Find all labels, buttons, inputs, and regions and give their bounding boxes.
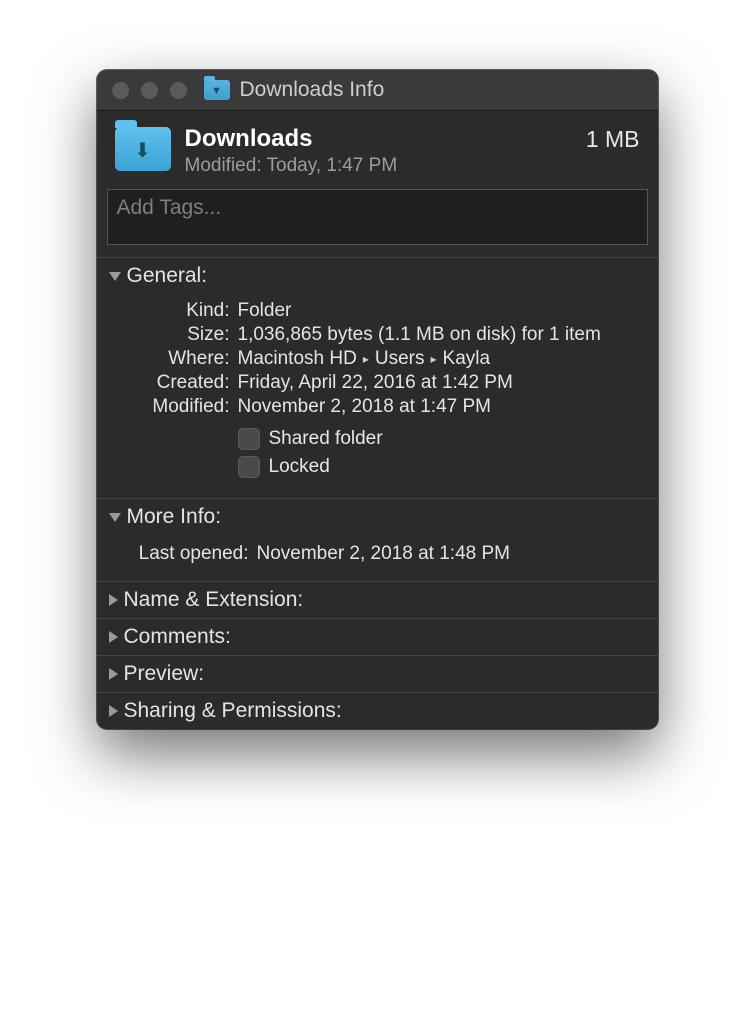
size-label: Size: — [115, 324, 238, 346]
section-title: Sharing & Permissions: — [124, 699, 342, 723]
section-sharing-permissions: Sharing & Permissions: — [97, 692, 658, 729]
close-button[interactable] — [111, 81, 130, 100]
minimize-button[interactable] — [140, 81, 159, 100]
section-general: General: Kind: Folder Size: 1,036,865 by… — [97, 257, 658, 498]
disclosure-sharing-permissions[interactable]: Sharing & Permissions: — [97, 693, 658, 729]
section-preview: Preview: — [97, 655, 658, 692]
where-label: Where: — [115, 348, 238, 370]
item-name: Downloads — [185, 125, 586, 153]
kind-value: Folder — [238, 300, 640, 322]
last-opened-value: November 2, 2018 at 1:48 PM — [257, 543, 640, 565]
disclosure-more-info[interactable]: More Info: — [97, 499, 658, 535]
disclosure-name-extension[interactable]: Name & Extension: — [97, 582, 658, 618]
chevron-right-icon — [109, 668, 118, 680]
zoom-button[interactable] — [169, 81, 188, 100]
where-part: Users — [375, 348, 425, 370]
created-value: Friday, April 22, 2016 at 1:42 PM — [238, 372, 640, 394]
disclosure-preview[interactable]: Preview: — [97, 656, 658, 692]
downloads-folder-icon: ⬇ — [115, 127, 171, 171]
disclosure-comments[interactable]: Comments: — [97, 619, 658, 655]
item-size-summary: 1 MB — [586, 126, 640, 153]
chevron-right-icon: ▸ — [430, 352, 436, 366]
section-comments: Comments: — [97, 618, 658, 655]
section-title: More Info: — [127, 505, 222, 529]
where-part: Macintosh HD — [238, 348, 357, 370]
modified-label: Modified: — [115, 396, 238, 418]
section-more-info: More Info: Last opened: November 2, 2018… — [97, 498, 658, 581]
chevron-right-icon: ▸ — [363, 352, 369, 366]
section-title: Preview: — [124, 662, 205, 686]
chevron-right-icon — [109, 594, 118, 606]
item-modified-summary: Modified: Today, 1:47 PM — [185, 155, 586, 177]
section-name-extension: Name & Extension: — [97, 581, 658, 618]
created-label: Created: — [115, 372, 238, 394]
shared-folder-label: Shared folder — [269, 428, 383, 450]
tags-input[interactable]: Add Tags... — [107, 189, 648, 245]
modified-value: November 2, 2018 at 1:47 PM — [238, 396, 640, 418]
titlebar[interactable]: ▼ Downloads Info — [97, 70, 658, 111]
kind-label: Kind: — [115, 300, 238, 322]
chevron-right-icon — [109, 631, 118, 643]
locked-checkbox[interactable] — [238, 456, 260, 478]
locked-label: Locked — [269, 456, 330, 478]
info-header: ⬇ Downloads Modified: Today, 1:47 PM 1 M… — [97, 111, 658, 189]
where-part: Kayla — [443, 348, 491, 370]
chevron-down-icon — [109, 513, 121, 522]
chevron-right-icon — [109, 705, 118, 717]
chevron-down-icon — [109, 272, 121, 281]
last-opened-label: Last opened: — [109, 543, 257, 565]
shared-folder-checkbox[interactable] — [238, 428, 260, 450]
disclosure-general[interactable]: General: — [97, 258, 658, 294]
section-title: General: — [127, 264, 208, 288]
window-title: Downloads Info — [240, 78, 385, 102]
traffic-lights — [111, 81, 188, 100]
where-value: Macintosh HD ▸ Users ▸ Kayla — [238, 348, 640, 370]
get-info-window: ▼ Downloads Info ⬇ Downloads Modified: T… — [97, 70, 658, 729]
section-title: Comments: — [124, 625, 231, 649]
downloads-folder-icon: ▼ — [204, 80, 230, 100]
section-title: Name & Extension: — [124, 588, 304, 612]
size-value: 1,036,865 bytes (1.1 MB on disk) for 1 i… — [238, 324, 640, 346]
